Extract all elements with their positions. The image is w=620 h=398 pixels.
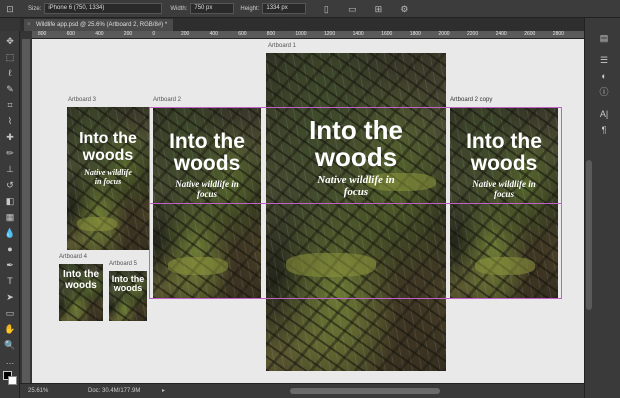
artboard-3-label[interactable]: Artboard 3 — [68, 97, 96, 103]
ruler-tick-label: 1800 — [409, 31, 421, 37]
more-tools-icon[interactable]: … — [4, 355, 16, 367]
ruler-tick-label: 1200 — [324, 31, 336, 37]
type-tool-icon[interactable]: T — [4, 275, 16, 287]
close-tab-icon[interactable]: × — [27, 19, 31, 31]
ruler-tick-label: 0 — [152, 31, 156, 37]
zoom-level[interactable]: 25.61% — [28, 388, 48, 394]
paragraph-panel-icon[interactable]: ¶ — [597, 124, 611, 136]
artboard-2-subtitle: Native wildlife in focus — [175, 179, 239, 199]
ruler-tick-label: 400 — [95, 31, 104, 37]
artboard-2-title: Into the woods — [169, 130, 245, 176]
ruler-tick-label: 600 — [238, 31, 247, 37]
hand-tool-icon[interactable]: ✋ — [4, 323, 16, 335]
artboard-5[interactable]: Into the woods — [109, 271, 147, 321]
artboard-3-title: Into the woods — [79, 130, 137, 164]
horizontal-ruler: 800 600 400 200 0 200 400 600 800 1000 1200 1400 160… — [32, 31, 584, 39]
artboard-1-label[interactable]: Artboard 1 — [268, 43, 296, 49]
status-bar: 25.61% Doc: 30.4M/177.9M ▸ — [20, 383, 584, 398]
ruler-tick-label: 2000 — [438, 31, 450, 37]
height-field[interactable]: 1334 px — [262, 3, 307, 14]
move-tool-icon[interactable]: ✥ — [4, 35, 16, 47]
ruler-tick-label: 2200 — [467, 31, 479, 37]
artboard-2-copy-subtitle: Native wildlife in focus — [472, 179, 536, 199]
artboard-3-subtitle: Native wildlife in focus — [84, 168, 132, 186]
gradient-tool-icon[interactable]: ▦ — [4, 211, 16, 223]
photoshop-window: ⊡ Size: iPhone 6 (750, 1334) Width: 750 … — [0, 0, 620, 398]
settings-gear-icon[interactable]: ⚙ — [398, 3, 410, 15]
character-panel-icon[interactable]: A| — [597, 108, 611, 120]
blur-tool-icon[interactable]: 💧 — [4, 227, 16, 239]
artboard-1-title: Into the woods — [309, 115, 403, 173]
size-preset-select[interactable]: iPhone 6 (750, 1334) — [44, 3, 163, 14]
clone-stamp-tool-icon[interactable]: ⊥ — [4, 163, 16, 175]
properties-panel-icon[interactable]: ☰ — [597, 54, 611, 66]
ruler-tick-label: 400 — [209, 31, 218, 37]
vertical-scrollbar[interactable] — [586, 160, 592, 310]
ruler-tick-label: 200 — [123, 31, 133, 37]
crop-tool-icon[interactable]: ⌗ — [4, 99, 16, 111]
make-portrait-icon[interactable]: ▯ — [320, 3, 332, 15]
width-label: Width: — [170, 5, 188, 12]
document-tab-bar: × Wildlife app.psd @ 25.6% (Artboard 2, … — [20, 18, 620, 31]
eyedropper-tool-icon[interactable]: ⌇ — [4, 115, 16, 127]
artboard-2-copy-label[interactable]: Artboard 2 copy — [450, 97, 492, 103]
horizontal-scrollbar[interactable] — [290, 388, 440, 394]
document-size-info: Doc: 30.4M/177.9M — [88, 388, 141, 394]
add-artboard-icon[interactable]: ⊞ — [372, 3, 384, 15]
info-panel-icon[interactable]: ⓘ — [597, 86, 611, 98]
tools-panel: ✥ ⬚ ℓ ✎ ⌗ ⌇ ✚ ✏ ⊥ ↺ ◧ ▦ 💧 ● ✒ T ➤ ▭ ✋ 🔍 … — [0, 31, 20, 398]
brush-tool-icon[interactable]: ✏ — [4, 147, 16, 159]
ruler-tick-label: 1000 — [295, 31, 307, 37]
artboard-5-title: Into the woods — [111, 274, 145, 294]
marquee-tool-icon[interactable]: ⬚ — [4, 51, 16, 63]
ruler-tick-label: 2800 — [552, 31, 564, 37]
artboard-4-title: Into the woods — [62, 269, 100, 291]
history-panel-icon[interactable]: ▤ — [597, 32, 611, 44]
height-label: Height: — [240, 5, 260, 12]
ruler-tick-label: 1400 — [352, 31, 364, 37]
document-title: Wildlife app.psd @ 25.6% (Artboard 2, RG… — [36, 22, 168, 28]
quick-select-tool-icon[interactable]: ✎ — [4, 83, 16, 95]
artboard-1-subtitle: Native wildlife in focus — [317, 174, 395, 199]
lasso-tool-icon[interactable]: ℓ — [4, 67, 16, 79]
width-field[interactable]: 750 px — [190, 3, 235, 14]
artboard-2-label[interactable]: Artboard 2 — [153, 97, 181, 103]
rectangle-tool-icon[interactable]: ▭ — [4, 307, 16, 319]
artboard-2[interactable]: Into the woods Native wildlife in focus — [153, 107, 261, 298]
document-canvas[interactable]: Artboard 3 Into the woods Native wildlif… — [32, 39, 584, 383]
artboard-3[interactable]: Into the woods Native wildlife in focus — [67, 107, 149, 250]
eraser-tool-icon[interactable]: ◧ — [4, 195, 16, 207]
document-tab[interactable]: × Wildlife app.psd @ 25.6% (Artboard 2, … — [24, 19, 174, 31]
size-label: Size: — [28, 5, 42, 12]
artboard-4-label[interactable]: Artboard 4 — [59, 254, 87, 260]
background-color-swatch[interactable] — [8, 376, 17, 385]
pen-tool-icon[interactable]: ✒ — [4, 259, 16, 271]
artboard-2-copy[interactable]: Into the woods Native wildlife in focus — [450, 107, 558, 298]
zoom-tool-icon[interactable]: 🔍 — [4, 339, 16, 351]
artboard-1[interactable]: Into the woods Native wildlife in focus — [266, 53, 446, 371]
ruler-tick-label: 600 — [66, 31, 75, 37]
ruler-tick-label: 2600 — [524, 31, 536, 37]
ruler-tick-label: 800 — [38, 31, 47, 37]
history-brush-tool-icon[interactable]: ↺ — [4, 179, 16, 191]
dodge-tool-icon[interactable]: ● — [4, 243, 16, 255]
make-landscape-icon[interactable]: ▭ — [346, 3, 358, 15]
path-selection-tool-icon[interactable]: ➤ — [4, 291, 16, 303]
artboard-2-copy-title: Into the woods — [466, 130, 542, 176]
ruler-tick-label: 1600 — [381, 31, 393, 37]
healing-brush-tool-icon[interactable]: ✚ — [4, 131, 16, 143]
vertical-ruler — [22, 39, 30, 383]
artboard-tool-icon[interactable]: ⊡ — [4, 3, 16, 15]
ruler-tick-label: 800 — [266, 31, 276, 37]
status-menu-arrow-icon[interactable]: ▸ — [162, 387, 165, 394]
options-bar: ⊡ Size: iPhone 6 (750, 1334) Width: 750 … — [0, 0, 620, 18]
adjustments-panel-icon[interactable]: ◐ — [597, 70, 611, 82]
ruler-tick-label: 2400 — [495, 31, 507, 37]
ruler-tick-label: 200 — [181, 31, 190, 37]
artboard-4[interactable]: Into the woods — [59, 264, 103, 321]
artboard-5-label[interactable]: Artboard 5 — [109, 261, 137, 267]
